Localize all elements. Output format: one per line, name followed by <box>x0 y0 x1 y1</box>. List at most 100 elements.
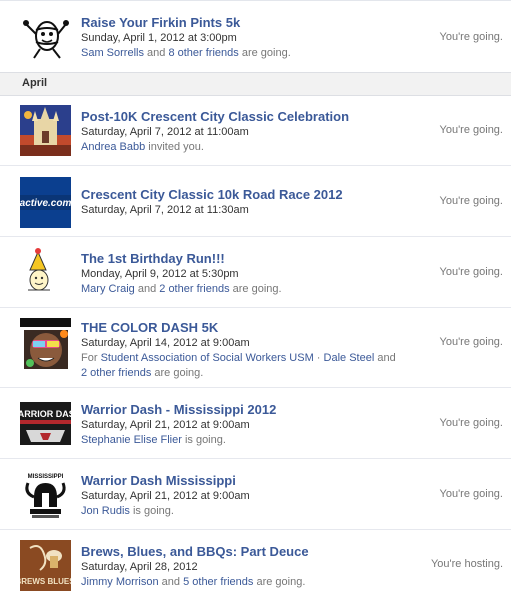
social-text: are going. <box>151 367 204 379</box>
event-date: Saturday, April 28, 2012 <box>81 561 198 573</box>
event-datetime: Monday, April 9, 2012 at 5:30pm <box>81 267 416 282</box>
event-at: at <box>187 32 198 44</box>
friend-link[interactable]: 5 other friends <box>183 576 253 588</box>
cathedral-painting-icon[interactable] <box>20 105 71 156</box>
keg-mascot-icon[interactable] <box>20 12 71 63</box>
event-date: Saturday, April 7, 2012 <box>81 204 192 216</box>
social-text: are going. <box>238 47 291 59</box>
social-text: · <box>313 352 324 364</box>
rsvp-status[interactable]: You're going. <box>440 488 503 500</box>
page-margin <box>512 0 527 589</box>
brews-blues-poster-icon[interactable]: BREWS BLUES <box>20 540 71 591</box>
friend-link[interactable]: Jon Rudis <box>81 505 130 517</box>
event-title[interactable]: Warrior Dash - Mississippi 2012 <box>81 402 416 418</box>
color-dash-runner-icon[interactable] <box>20 318 71 369</box>
rsvp-status[interactable]: You're hosting. <box>431 558 503 570</box>
social-text: and <box>134 283 160 295</box>
event-time: 9:00am <box>212 419 250 431</box>
month-header-label: April <box>22 77 48 89</box>
month-header: April <box>0 72 511 96</box>
event-social-line: Jimmy Morrison and 5 other friends are g… <box>81 575 416 590</box>
active-com-logo-icon[interactable]: active.com <box>20 177 71 228</box>
friend-link[interactable]: Andrea Babb <box>81 141 145 153</box>
rsvp-status[interactable]: You're going. <box>440 336 503 348</box>
event-title[interactable]: Crescent City Classic 10k Road Race 2012 <box>81 187 416 203</box>
rsvp-status[interactable]: You're going. <box>440 124 503 136</box>
rsvp-status[interactable]: You're going. <box>440 195 503 207</box>
event-at: at <box>200 490 210 502</box>
event-time: 9:00am <box>212 490 250 502</box>
event-item: THE COLOR DASH 5K Saturday, April 14, 20… <box>0 308 511 388</box>
rsvp-status[interactable]: You're going. <box>440 266 503 278</box>
friend-link[interactable]: 2 other friends <box>81 367 151 379</box>
event-at: at <box>194 126 204 138</box>
event-item: BREWS BLUES Brews, Blues, and BBQs: Part… <box>0 530 511 591</box>
event-item: WARRIOR DASH Warrior Dash - Mississippi … <box>0 388 511 459</box>
event-datetime: Saturday, April 14, 2012 at 9:00am <box>81 336 416 351</box>
social-text: is going. <box>129 505 174 517</box>
event-time: 5:30pm <box>201 268 239 280</box>
social-text: and <box>158 576 184 588</box>
event-title[interactable]: The 1st Birthday Run!!! <box>81 251 416 267</box>
svg-text:WARRIOR DASH: WARRIOR DASH <box>20 409 71 419</box>
friend-link[interactable]: Student Association of Social Workers US… <box>101 352 314 364</box>
event-item: Post-10K Crescent City Classic Celebrati… <box>0 96 511 166</box>
svg-text:MISSISSIPPI: MISSISSIPPI <box>28 474 64 480</box>
event-date: Saturday, April 21, 2012 <box>81 490 198 502</box>
event-date: Monday, April 9, 2012 <box>81 268 187 280</box>
event-date: Saturday, April 7, 2012 <box>81 126 192 138</box>
event-title[interactable]: Raise Your Firkin Pints 5k <box>81 15 416 31</box>
event-datetime: Saturday, April 21, 2012 at 9:00am <box>81 418 416 433</box>
social-text: is going. <box>181 434 226 446</box>
event-date: Sunday, April 1, 2012 <box>81 32 185 44</box>
event-title[interactable]: THE COLOR DASH 5K <box>81 320 416 336</box>
social-text: For <box>81 352 101 364</box>
event-item: Raise Your Firkin Pints 5k Sunday, April… <box>0 1 511 72</box>
event-datetime: Saturday, April 28, 2012 <box>81 560 416 575</box>
svg-text:BREWS BLUES: BREWS BLUES <box>20 577 71 586</box>
event-social-line: Stephanie Elise Flier is going. <box>81 433 416 448</box>
event-social-line: Mary Craig and 2 other friends are going… <box>81 282 416 297</box>
event-social-line: Sam Sorrells and 8 other friends are goi… <box>81 46 416 61</box>
event-item: MISSISSIPPI Warrior Dash Mississippi Sat… <box>0 459 511 530</box>
social-text: invited you. <box>145 141 204 153</box>
friend-link[interactable]: Mary Craig <box>81 283 135 295</box>
social-text: and <box>374 352 396 364</box>
rsvp-status[interactable]: You're going. <box>440 31 503 43</box>
event-time: 3:00pm <box>200 32 237 44</box>
event-datetime: Saturday, April 7, 2012 at 11:00am <box>81 125 416 140</box>
friend-link[interactable]: 2 other friends <box>159 283 229 295</box>
event-at: at <box>189 268 199 280</box>
social-text: and <box>143 47 169 59</box>
event-time: 11:30am <box>206 204 249 216</box>
event-title[interactable]: Brews, Blues, and BBQs: Part Deuce <box>81 544 416 560</box>
friend-link[interactable]: 8 other friends <box>168 47 238 59</box>
event-datetime: Sunday, April 1, 2012 at 3:00pm <box>81 31 416 46</box>
event-datetime: Saturday, April 21, 2012 at 9:00am <box>81 489 416 504</box>
rsvp-status[interactable]: You're going. <box>440 417 503 429</box>
warrior-helmet-logo-icon[interactable]: MISSISSIPPI <box>20 469 71 520</box>
friend-link[interactable]: Dale Steel <box>324 352 375 364</box>
event-title[interactable]: Warrior Dash Mississippi <box>81 473 416 489</box>
event-time: 9:00am <box>212 337 250 349</box>
party-hat-icon[interactable] <box>20 246 71 297</box>
event-item: active.com Crescent City Classic 10k Roa… <box>0 166 511 237</box>
event-date: Saturday, April 21, 2012 <box>81 419 198 431</box>
social-text: are going. <box>253 576 306 588</box>
event-date: Saturday, April 14, 2012 <box>81 337 198 349</box>
friend-link[interactable]: Sam Sorrells <box>81 47 144 59</box>
warrior-dash-logo-icon[interactable]: WARRIOR DASH <box>20 398 71 449</box>
friend-link[interactable]: Stephanie Elise Flier <box>81 434 182 446</box>
event-social-line: For Student Association of Social Worker… <box>81 351 416 366</box>
event-at: at <box>200 419 210 431</box>
event-social-line-2: 2 other friends are going. <box>81 366 416 381</box>
event-title[interactable]: Post-10K Crescent City Classic Celebrati… <box>81 109 416 125</box>
events-feed: Raise Your Firkin Pints 5k Sunday, April… <box>0 0 527 591</box>
event-item: The 1st Birthday Run!!! Monday, April 9,… <box>0 237 511 308</box>
event-time: 11:00am <box>206 126 249 138</box>
event-social-line: Jon Rudis is going. <box>81 504 416 519</box>
event-at: at <box>200 337 210 349</box>
event-social-line: Andrea Babb invited you. <box>81 140 416 155</box>
svg-text:active.com: active.com <box>20 198 71 209</box>
friend-link[interactable]: Jimmy Morrison <box>81 576 159 588</box>
